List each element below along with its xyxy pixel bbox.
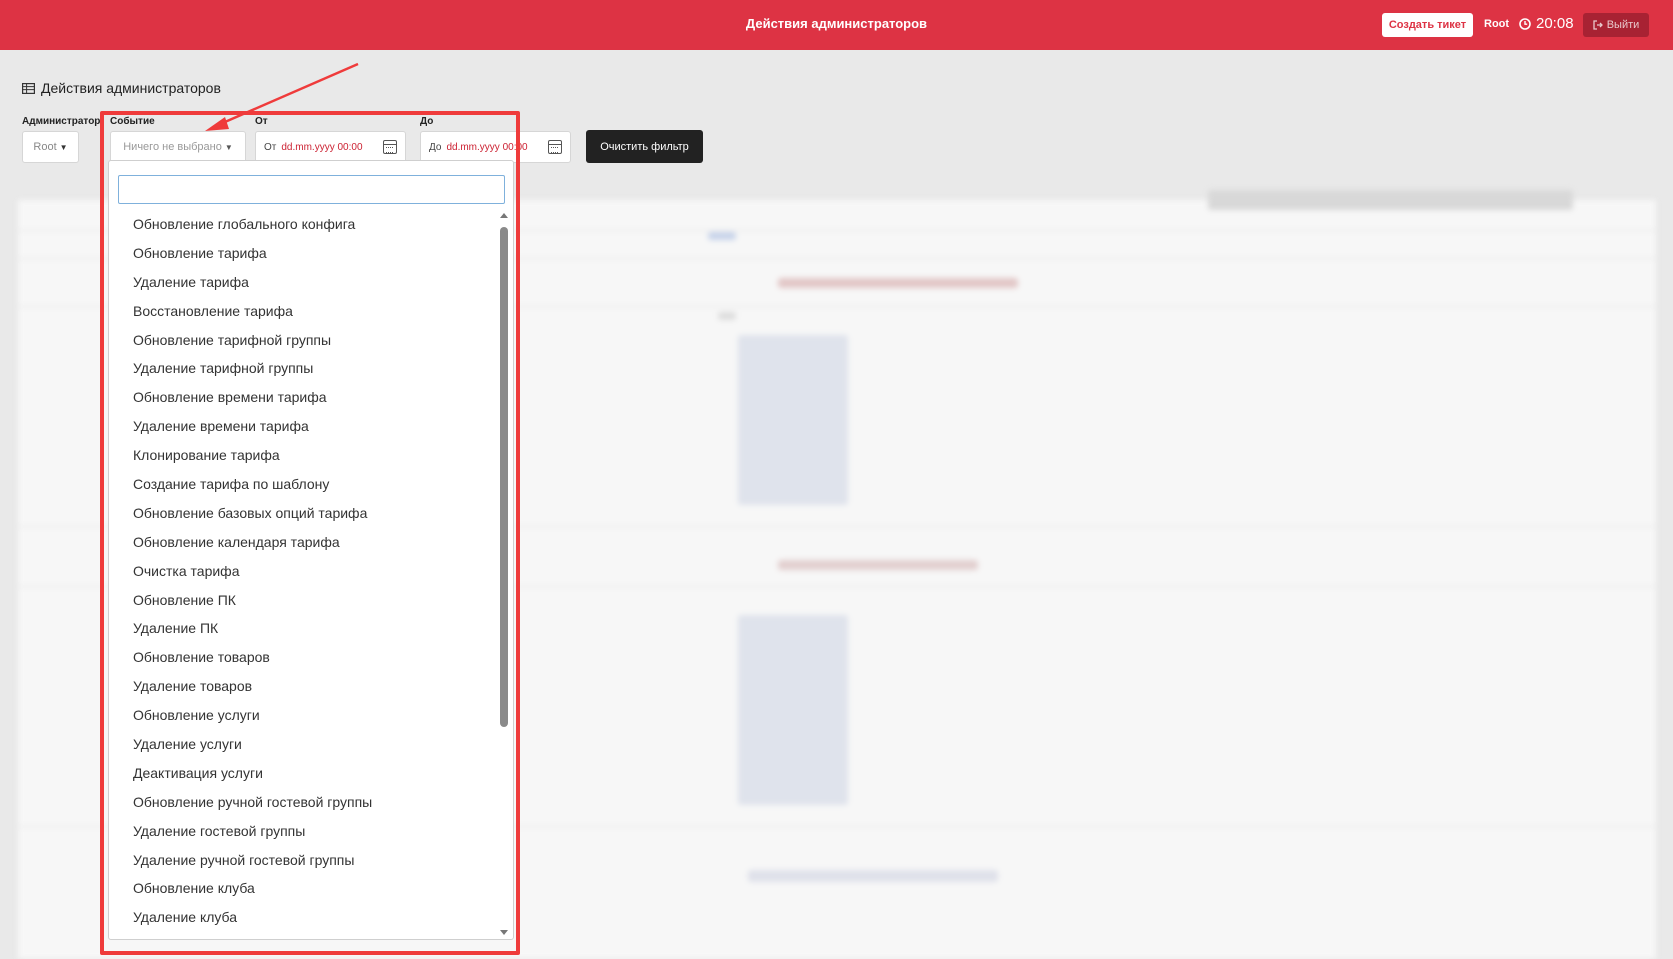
blurred-toolbar <box>1208 190 1573 210</box>
annotation-highlight-box <box>100 111 520 955</box>
blurred-text <box>778 560 978 570</box>
admin-filter-label: Администратор <box>22 116 101 127</box>
caret-down-icon: ▼ <box>59 142 68 152</box>
top-bar: Действия администраторов Создать тикет R… <box>0 0 1673 50</box>
blurred-json <box>738 615 848 805</box>
blurred-json <box>738 335 848 505</box>
clock-time: 20:08 <box>1536 15 1574 32</box>
page-title-text: Действия администраторов <box>41 80 221 96</box>
blurred-text <box>748 870 998 882</box>
logout-label: Выйти <box>1606 19 1640 31</box>
blurred-text <box>778 278 1018 288</box>
page-title: Действия администраторов <box>22 80 221 96</box>
logout-button[interactable]: Выйти <box>1583 13 1649 37</box>
clock-icon <box>1519 17 1531 30</box>
sign-out-icon <box>1593 20 1603 30</box>
calendar-icon[interactable] <box>548 140 562 154</box>
create-ticket-button[interactable]: Создать тикет <box>1382 13 1473 37</box>
blurred-text <box>718 312 736 320</box>
admin-select-value: Root <box>33 141 57 153</box>
table-icon <box>22 82 35 94</box>
admin-select[interactable]: Root ▼ <box>22 131 79 163</box>
clock: 20:08 <box>1519 15 1574 32</box>
blurred-header <box>708 232 736 240</box>
clear-filter-button[interactable]: Очистить фильтр <box>586 130 703 163</box>
user-name[interactable]: Root <box>1484 18 1509 30</box>
